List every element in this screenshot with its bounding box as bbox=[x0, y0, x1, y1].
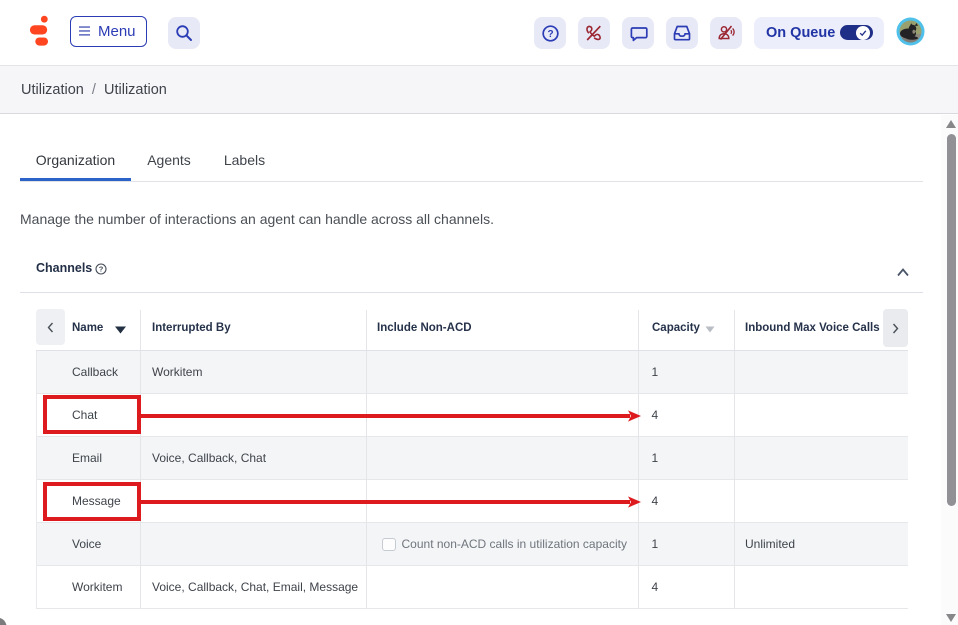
svg-text:?: ? bbox=[99, 264, 104, 273]
svg-text:?: ? bbox=[547, 29, 553, 40]
